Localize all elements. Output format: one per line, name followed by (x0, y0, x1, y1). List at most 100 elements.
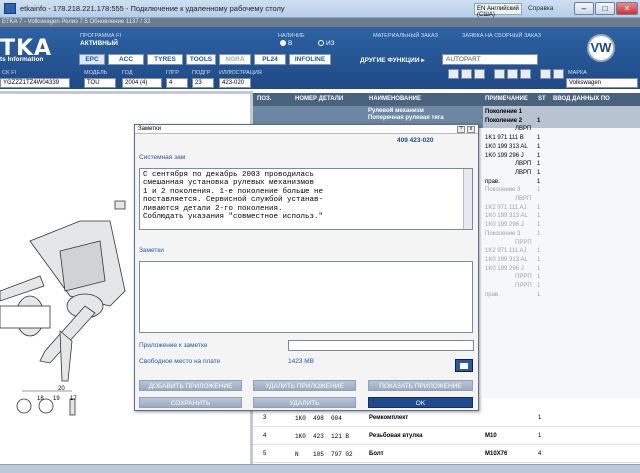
toolbar-print-icon[interactable] (540, 69, 551, 79)
tab-infoline[interactable]: INFOLINE (289, 54, 331, 65)
parts-table-header: ПОЗ. НОМЕР ДЕТАЛИ НАИМЕНОВАНИЕ ПРИМЕЧАНИ… (253, 93, 640, 106)
toolbar-forward-icon[interactable] (461, 69, 472, 79)
subgroup-field[interactable]: 23 (192, 78, 214, 88)
add-attachment-button[interactable]: ДОБАВИТЬ ПРИЛОЖЕНИЕ (139, 380, 242, 391)
tab-epc[interactable]: EPC (79, 54, 105, 65)
note-line: прав. 1 (485, 179, 640, 187)
ok-button[interactable]: OK (368, 397, 473, 408)
name-cell: Болт (369, 451, 384, 457)
illustration-label: ИЛЛЮСТРАЦИЯ (219, 70, 262, 76)
col-name[interactable]: НАИМЕНОВАНИЕ (369, 96, 421, 102)
vin-field[interactable]: YGZZZ1TZ4W04339 (0, 78, 70, 88)
notes-textarea[interactable] (139, 261, 473, 333)
note-st: 1 (537, 283, 541, 289)
print-icon-glyph (460, 363, 468, 369)
toolbar-home-icon[interactable] (474, 69, 485, 79)
attachment-field[interactable] (288, 340, 474, 351)
note-text: прав. (485, 291, 500, 298)
st-cell: 4 (538, 451, 542, 457)
toolbar-exit-icon[interactable] (553, 69, 564, 79)
note-st: 1 (537, 274, 541, 281)
availability-label: НАЛИЧИЕ (278, 33, 305, 39)
illustration-field[interactable]: 423-020 (219, 78, 251, 88)
save-button[interactable]: СОХРАНИТЬ (139, 397, 242, 408)
note-text: 1K0 199 313 AL (485, 213, 528, 220)
radio-iz-label: ИЗ (326, 40, 335, 47)
brand-label: МАРКА (568, 70, 587, 76)
note-text: 1K0 199 313 AL (485, 143, 528, 150)
note-text: Поколение 1 (485, 109, 523, 115)
language-indicator[interactable]: EN Английский (США) (474, 3, 522, 18)
note-line: ЛВРП 1 (485, 170, 640, 178)
delete-attachment-button[interactable]: УДАЛИТЬ ПРИЛОЖЕНИЕ (253, 380, 356, 391)
table-row[interactable]: 3 1K0 498 004 Ремкомплект 1 (253, 410, 640, 427)
dialog-close-button[interactable]: x (467, 126, 475, 133)
tab-tyres[interactable]: TYRES (147, 54, 183, 65)
system-note-box[interactable]: С сентября по декабрь 2003 проводилась с… (139, 168, 473, 230)
toolbar-search-icon[interactable] (494, 69, 505, 79)
show-attachment-button[interactable]: ПОКАЗАТЬ ПРИЛОЖЕНИЕ (368, 380, 473, 391)
note-line: ПРРП 1 (485, 283, 640, 291)
radio-iz[interactable]: ИЗ (318, 40, 335, 47)
notes-dialog: Заметки ? x 409 423-020 Системная зам С … (134, 124, 479, 411)
col-data-entry[interactable]: ВВОД ДАННЫХ ПО (553, 96, 610, 102)
radio-b[interactable]: В (280, 40, 292, 47)
callout-20: 20 (58, 386, 65, 392)
note-line: 1K2 971 111 AJ 1 (485, 248, 640, 256)
note-text: ПРРП (515, 274, 532, 281)
note-text: 1K0 199 296 J (485, 265, 524, 272)
row-divider (253, 426, 640, 427)
pos-cell: 5 (263, 451, 267, 457)
print-icon[interactable] (455, 359, 473, 372)
tab-tools[interactable]: TOOLS (186, 54, 216, 65)
subgroup-label: ПОДГР (192, 70, 211, 76)
note-text: 1K1 971 111 B (485, 135, 524, 142)
material-order[interactable]: МАТЕРИАЛЬНЫЙ ЗАКАЗ (373, 33, 438, 39)
note-text: ЛВРП (515, 169, 532, 176)
tab-pl24[interactable]: PL24 (254, 54, 286, 65)
col-part-number[interactable]: НОМЕР ДЕТАЛИ (295, 96, 343, 102)
program-value: АКТИВНЫЙ (80, 40, 118, 47)
tab-nora[interactable]: NORA (219, 54, 251, 65)
note-line: Поколение 3 1 (485, 231, 640, 239)
col-pos[interactable]: ПОЗ. (257, 96, 271, 102)
note-line: 1K0 199 296 J 1 (485, 222, 640, 230)
assembly-order[interactable]: ЗАЯВКА НА СБОРНЫЙ ЗАКАЗ (462, 33, 541, 39)
system-note-scrollbar[interactable] (463, 169, 472, 229)
help-button[interactable]: Справка (526, 3, 566, 15)
note-st: 1 (537, 161, 541, 168)
note-line: 1K2 971 111 AJ 1 (485, 205, 640, 213)
autopart-select[interactable]: AUTOPART (442, 54, 538, 65)
pos-cell: 3 (263, 415, 267, 421)
note-text: ПРРП (515, 239, 532, 246)
remove-button[interactable]: УДАЛИТЬ (253, 397, 356, 408)
note-line: ПРРП 1 (485, 274, 640, 282)
brand-select[interactable]: Volkswagen (566, 78, 638, 88)
tab-acc[interactable]: ACC (108, 54, 144, 65)
free-space-label: Свободное место на плате (139, 358, 221, 365)
col-st[interactable]: ST (538, 96, 546, 102)
table-row[interactable]: 4 1K0 423 121 B Резьбовая втулка M10 1 (253, 428, 640, 445)
note-line: ЛВРП 1 (485, 161, 640, 169)
note-text: Поколение 3 (485, 230, 521, 237)
model-field[interactable]: TOU (84, 78, 116, 88)
table-row[interactable]: 5 N 105 797 02 Болт M10X76 4 (253, 446, 640, 463)
year-field[interactable]: 2004 (4) (122, 78, 162, 88)
note-line: 1K1 971 111 B 1 (485, 135, 640, 143)
toolbar-list-icon[interactable] (507, 69, 518, 79)
col-note[interactable]: ПРИМЕЧАНИЕ (485, 96, 528, 102)
app-subtitle: ETKA 7 - Volkswagen Релиз 7.5 Обновление… (0, 18, 640, 27)
note-line: ЛВРП (485, 126, 640, 134)
minimize-button[interactable]: – (574, 2, 594, 15)
dialog-help-button[interactable]: ? (457, 126, 465, 133)
vw-logo: VW (587, 34, 615, 62)
note-line: Поколение 2 1 (485, 118, 640, 126)
row-divider (253, 444, 640, 445)
toolbar-cart-icon[interactable] (520, 69, 531, 79)
toolbar-back-icon[interactable] (448, 69, 459, 79)
close-button[interactable]: ✕ (616, 2, 638, 15)
maximize-button[interactable]: □ (595, 2, 615, 15)
group-field[interactable]: 4 (166, 78, 188, 88)
other-functions-menu[interactable]: ДРУГИЕ ФУНКЦИИ ▸ (360, 56, 425, 64)
note-cell: M10X76 (485, 451, 508, 457)
